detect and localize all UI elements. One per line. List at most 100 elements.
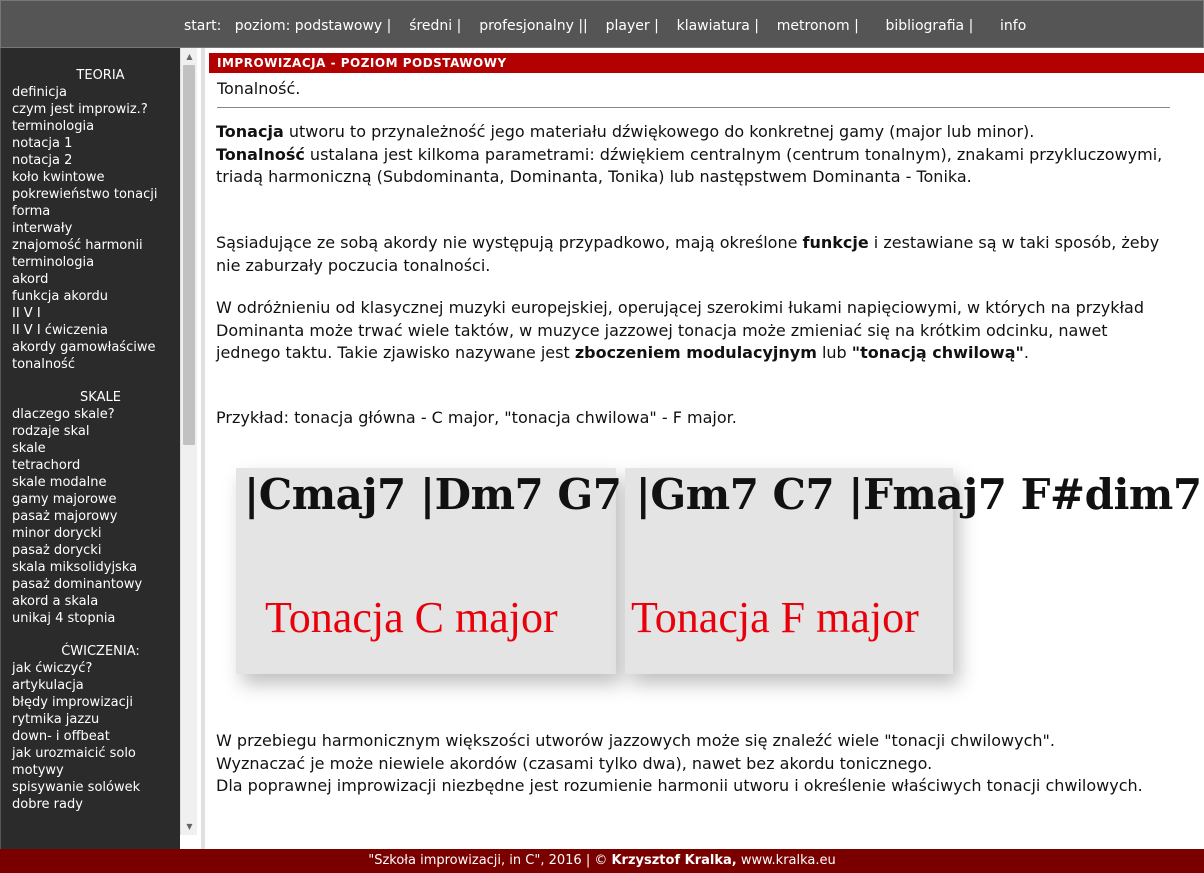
sidebar-link[interactable]: notacja 2 xyxy=(1,152,180,169)
sidebar-heading-teoria: TEORIA xyxy=(76,68,125,83)
sidebar-link[interactable]: II V I ćwiczenia xyxy=(1,322,180,339)
sidebar-link[interactable]: dobre rady xyxy=(1,796,180,813)
paragraph-text: Wyznaczać je może niewiele akordów (czas… xyxy=(216,753,933,773)
sidebar-link[interactable]: interwały xyxy=(1,220,180,237)
chord-progression: |Cmaj7 |Dm7 G7 |Gm7 C7 |Fmaj7 F#dim7 | xyxy=(244,470,1204,519)
sidebar-link[interactable]: terminologia xyxy=(1,254,180,271)
sidebar-link[interactable]: down- i offbeat xyxy=(1,728,180,745)
sidebar-link[interactable]: II V I xyxy=(1,305,180,322)
sidebar-link[interactable]: koło kwintowe xyxy=(1,169,180,186)
sidebar-link[interactable]: dlaczego skale? xyxy=(1,406,180,423)
sidebar-link[interactable]: skale modalne xyxy=(1,474,180,491)
paragraph-text: utworu to przynależność jego materiału d… xyxy=(283,122,1035,141)
sidebar-list-skale: dlaczego skale? rodzaje skal skale tetracho… xyxy=(1,406,180,627)
paragraph-tonacja: Tonacja utworu to przynależność jego mat… xyxy=(216,121,1176,189)
sidebar-link[interactable]: pasaż dominantowy xyxy=(1,576,180,593)
sidebar-link[interactable]: pasaż majorowy xyxy=(1,508,180,525)
sidebar-link[interactable]: rodzaje skal xyxy=(1,423,180,440)
paragraph-zboczenie: W odróżnieniu od klasycznej muzyki europ… xyxy=(216,297,1176,365)
paragraph-text: ustalana jest kilkoma parametrami: dźwię… xyxy=(216,144,1163,187)
sidebar-list-teoria: definicja czym jest improwiz.? terminologi… xyxy=(1,84,180,373)
paragraph-text: . xyxy=(1023,343,1029,362)
bold-term: funkcje xyxy=(802,233,869,252)
nav-separator: | xyxy=(854,18,859,34)
section-banner: IMPROWIZACJA - POZIOM PODSTAWOWY xyxy=(209,53,1204,73)
nav-link-klawiatura[interactable]: klawiatura xyxy=(677,18,750,34)
sidebar-link[interactable]: jak ćwiczyć? xyxy=(1,660,180,677)
sidebar-link[interactable]: motywy xyxy=(1,762,180,779)
nav-separator: | xyxy=(456,18,462,34)
nav-link-profesjonalny[interactable]: profesjonalny xyxy=(479,18,574,34)
nav-link-podstawowy[interactable]: poziom: podstawowy xyxy=(235,18,383,34)
footer-text: "Szkoła improwizacji, in C", 2016 | © xyxy=(368,853,612,868)
bold-term: "tonacją chwilową" xyxy=(851,343,1024,362)
sidebar-heading-skale: SKALE xyxy=(80,390,121,405)
nav-separator: | xyxy=(654,18,659,34)
paragraph-podsumowanie: W przebiegu harmonicznym większości utwo… xyxy=(216,730,1176,798)
sidebar-list-cwiczenia: jak ćwiczyć? artykulacja błędy improwizacj… xyxy=(1,660,180,813)
nav-link-player[interactable]: player xyxy=(606,18,650,34)
paragraph-text: Dla poprawnej improwizacji niezbędne jes… xyxy=(216,776,1143,795)
footer-author: Krzysztof Kralka, xyxy=(611,853,737,868)
sidebar-link[interactable]: skale xyxy=(1,440,180,457)
nav-link-metronom[interactable]: metronom xyxy=(777,18,850,34)
sidebar-link[interactable]: jak urozmaicić solo xyxy=(1,745,180,762)
scroll-thumb[interactable] xyxy=(183,65,195,445)
sidebar-link[interactable]: definicja xyxy=(1,84,180,101)
nav-separator: | xyxy=(754,18,759,34)
sidebar-link[interactable]: akord a skala xyxy=(1,593,180,610)
tonacja-c-label: Tonacja C major xyxy=(265,593,558,642)
sidebar-top-spacer xyxy=(1,48,180,67)
paragraph-text: lub xyxy=(816,343,852,362)
sidebar-link[interactable]: notacja 1 xyxy=(1,135,180,152)
divider xyxy=(217,107,1170,108)
paragraph-funkcje: Sąsiadujące ze sobą akordy nie występują… xyxy=(216,232,1176,277)
scroll-down-arrow-icon[interactable]: ▼ xyxy=(181,818,198,835)
nav-start-label: start: xyxy=(184,18,222,34)
sidebar-link[interactable]: pasaż dorycki xyxy=(1,542,180,559)
page-title: Tonalność. xyxy=(217,79,301,98)
bold-term: Tonacja xyxy=(216,122,284,141)
sidebar-link[interactable]: spisywanie solówek xyxy=(1,779,180,796)
main-content: IMPROWIZACJA - POZIOM PODSTAWOWY Tonalno… xyxy=(201,48,1204,849)
nav-separator: || xyxy=(578,18,588,34)
nav-link-bibliografia[interactable]: bibliografia xyxy=(886,18,965,34)
bold-term: zboczeniem modulacyjnym xyxy=(574,343,817,362)
sidebar: TEORIA definicja czym jest improwiz.? term… xyxy=(0,48,180,849)
sidebar-link[interactable]: błędy improwizacji xyxy=(1,694,180,711)
sidebar-link[interactable]: terminologia xyxy=(1,118,180,135)
paragraph-text: Sąsiadujące ze sobą akordy nie występują… xyxy=(216,233,803,252)
bold-term: Tonalność xyxy=(216,144,305,164)
sidebar-link[interactable]: znajomość harmonii xyxy=(1,237,180,254)
sidebar-link[interactable]: forma xyxy=(1,203,180,220)
sidebar-link[interactable]: unikaj 4 stopnia xyxy=(1,610,180,627)
nav-separator: | xyxy=(968,18,974,34)
paragraph-przyklad: Przykład: tonacja główna - C major, "ton… xyxy=(216,408,737,427)
footer-website-link[interactable]: www.kralka.eu xyxy=(737,853,836,868)
paragraph-text: W przebiegu harmonicznym większości utwo… xyxy=(216,731,1055,750)
sidebar-link[interactable]: minor dorycki xyxy=(1,525,180,542)
sidebar-link[interactable]: tonalność xyxy=(1,356,180,373)
sidebar-link[interactable]: akordy gamowłaściwe xyxy=(1,339,180,356)
sidebar-scrollbar[interactable]: ▲ ▼ xyxy=(180,48,197,835)
sidebar-link[interactable]: gamy majorowe xyxy=(1,491,180,508)
nav-link-info[interactable]: info xyxy=(1000,18,1026,34)
footer: "Szkoła improwizacji, in C", 2016 | © Kr… xyxy=(0,849,1204,873)
sidebar-link[interactable]: pokrewieństwo tonacji xyxy=(1,186,180,203)
sidebar-heading-cwiczenia: ĆWICZENIA: xyxy=(61,644,140,659)
scroll-up-arrow-icon[interactable]: ▲ xyxy=(181,48,198,65)
nav-separator: | xyxy=(386,18,392,34)
sidebar-link[interactable]: skala miksolidyjska xyxy=(1,559,180,576)
sidebar-link[interactable]: akord xyxy=(1,271,180,288)
nav-items: start: poziom: podstawowy | średni | pro… xyxy=(184,18,1026,34)
tonacja-f-label: Tonacja F major xyxy=(631,593,919,642)
sidebar-link[interactable]: artykulacja xyxy=(1,677,180,694)
sidebar-link[interactable]: tetrachord xyxy=(1,457,180,474)
sidebar-link[interactable]: rytmika jazzu xyxy=(1,711,180,728)
sidebar-link[interactable]: funkcja akordu xyxy=(1,288,180,305)
sidebar-link[interactable]: czym jest improwiz.? xyxy=(1,101,180,118)
top-navigation: start: poziom: podstawowy | średni | pro… xyxy=(0,0,1204,48)
nav-link-sredni[interactable]: średni xyxy=(409,18,452,34)
